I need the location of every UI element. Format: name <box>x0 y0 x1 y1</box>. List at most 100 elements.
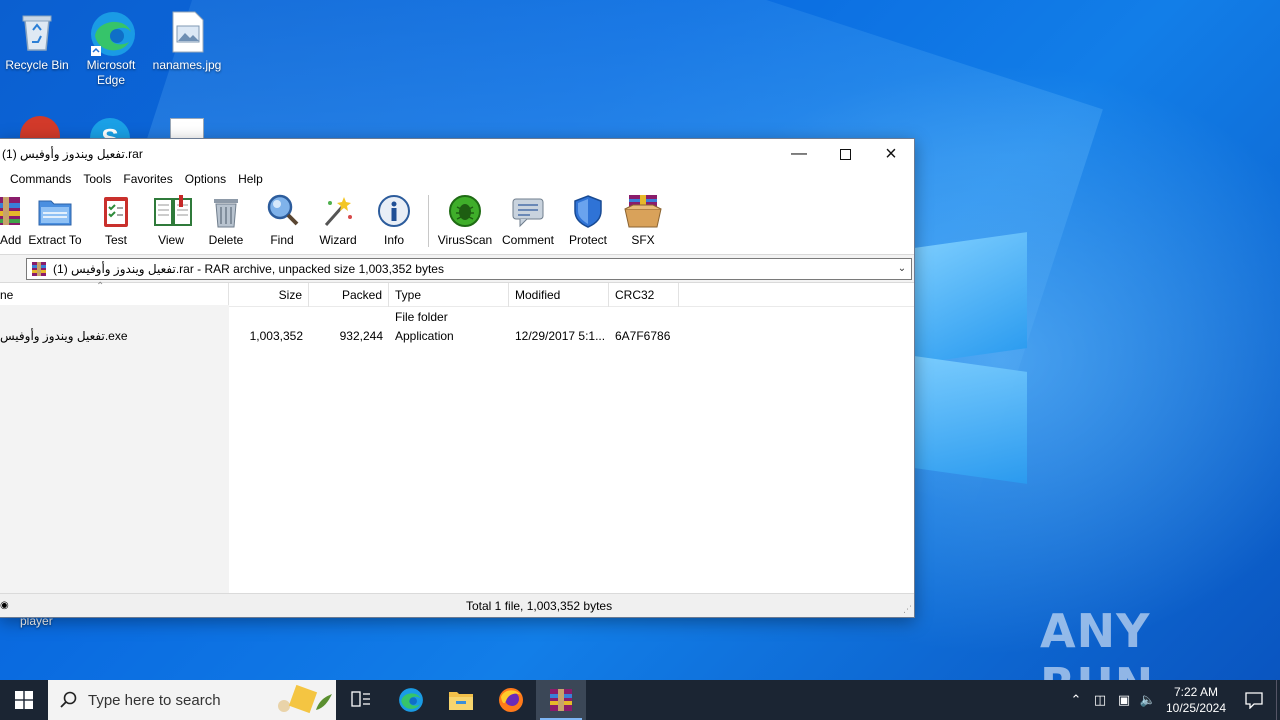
test-clipboard-icon <box>98 193 134 229</box>
desktop-icon-partial-file[interactable] <box>170 118 204 138</box>
cell-name <box>0 307 229 327</box>
search-icon <box>60 691 77 708</box>
toolbar-extract-label: Extract To <box>28 233 82 247</box>
toolbar-comment-label: Comment <box>501 233 554 247</box>
menu-favorites[interactable]: Favorites <box>117 172 178 186</box>
tray-overflow-chevron-icon[interactable]: ⌃ <box>1064 692 1088 708</box>
toolbar: Add Extract To Test View Delete Find Wiz… <box>0 189 914 255</box>
rar-archive-icon <box>32 261 46 276</box>
taskbar-search-box[interactable]: Type here to search <box>48 680 336 720</box>
anyrun-watermark: ANY RUN <box>1040 604 1153 680</box>
menu-tools[interactable]: Tools <box>77 172 117 186</box>
toolbar-wizard-button[interactable]: Wizard <box>310 193 366 247</box>
status-text: Total 1 file, 1,003,352 bytes <box>466 598 613 613</box>
column-header-crc32[interactable]: CRC32 <box>609 283 679 307</box>
taskbar-winrar-button[interactable] <box>536 680 586 720</box>
minimize-icon: — <box>791 145 807 162</box>
recycle-bin-icon <box>15 10 59 54</box>
image-file-icon <box>165 10 209 54</box>
cell-name: تفعيل ويندوز وأوفيس.exe <box>0 329 128 343</box>
toolbar-wizard-label: Wizard <box>319 233 357 247</box>
resize-grip-icon[interactable]: ⋰ <box>903 604 912 615</box>
toolbar-extract-to-button[interactable]: Extract To <box>22 193 88 247</box>
folder-icon <box>449 692 473 710</box>
address-bar: تفعيل ويندوز وأوفيس (1).rar - RAR archiv… <box>0 255 914 283</box>
cell-modified: 12/29/2017 5:1... <box>515 329 606 343</box>
close-button[interactable]: × <box>868 139 914 169</box>
archive-path-dropdown[interactable]: تفعيل ويندوز وأوفيس (1).rar - RAR archiv… <box>26 257 912 280</box>
bug-scan-icon <box>447 193 483 229</box>
toolbar-delete-label: Delete <box>208 233 244 247</box>
column-header-name[interactable]: ne ⌃ <box>0 281 229 307</box>
column-header-modified[interactable]: Modified <box>509 283 609 307</box>
winrar-window: تفعيل ويندوز وأوفيس (1).rar — × Commands… <box>0 138 915 618</box>
toolbar-delete-button[interactable]: Delete <box>198 193 254 247</box>
winrar-icon <box>550 689 572 711</box>
desktop-icon-recycle-bin[interactable]: Recycle Bin <box>0 4 74 73</box>
comment-icon <box>510 193 546 229</box>
table-row[interactable]: تفعيل ويندوز وأوفيس.exe 1,003,352 932,24… <box>0 326 914 346</box>
start-button[interactable] <box>0 680 48 720</box>
cell-crc32: 6A7F6786 <box>615 329 671 343</box>
minimize-button[interactable]: — <box>776 139 822 169</box>
window-title: تفعيل ويندوز وأوفيس (1).rar <box>2 147 143 161</box>
toolbar-info-button[interactable]: Info <box>366 193 422 247</box>
toolbar-view-label: View <box>158 233 184 247</box>
toolbar-virusscan-button[interactable]: VirusScan <box>435 193 495 247</box>
chevron-down-icon[interactable]: ⌄ <box>893 263 911 274</box>
system-tray: ⌃ ◫ ▣ 🔈 7:22 AM 10/25/2024 <box>1064 680 1280 720</box>
taskbar-firefox-button[interactable] <box>486 680 536 720</box>
file-list[interactable]: ne ⌃ Size Packed Type Modified CRC32 Fil… <box>0 281 914 593</box>
taskbar-file-explorer-button[interactable] <box>436 680 486 720</box>
firefox-icon <box>499 688 523 712</box>
title-bar[interactable]: تفعيل ويندوز وأوفيس (1).rar — × <box>0 139 914 169</box>
toolbar-sfx-button[interactable]: SFX <box>615 193 671 247</box>
desktop-icon-nanames[interactable]: nanames.jpg <box>150 4 224 73</box>
file-list-header: ne ⌃ Size Packed Type Modified CRC32 <box>0 281 914 307</box>
status-bar: ◉ Total 1 file, 1,003,352 bytes ⋰ <box>0 593 914 617</box>
desktop-icon-partial-red[interactable] <box>20 116 60 138</box>
tray-app-icon[interactable]: ◫ <box>1088 692 1112 708</box>
menu-options[interactable]: Options <box>179 172 232 186</box>
toolbar-info-label: Info <box>383 233 404 247</box>
name-column-shade <box>0 305 229 593</box>
volume-icon[interactable]: 🔈 <box>1136 692 1160 708</box>
table-row[interactable]: File folder <box>0 307 914 327</box>
menu-commands[interactable]: Commands <box>4 172 77 186</box>
taskbar: Type here to search ⌃ ◫ ▣ 🔈 7:22 AM 10/2… <box>0 680 1280 720</box>
taskbar-clock[interactable]: 7:22 AM 10/25/2024 <box>1160 684 1232 716</box>
clock-time: 7:22 AM <box>1173 685 1219 699</box>
column-header-packed[interactable]: Packed <box>309 283 389 307</box>
desktop-icon-partial-skype[interactable]: S <box>90 118 130 138</box>
notification-center-button[interactable] <box>1232 680 1276 720</box>
taskbar-edge-button[interactable] <box>386 680 436 720</box>
edge-icon <box>399 688 423 712</box>
toolbar-add-button[interactable]: Add <box>0 193 22 247</box>
menu-bar: Commands Tools Favorites Options Help <box>0 169 914 189</box>
shield-icon <box>570 193 606 229</box>
maximize-button[interactable] <box>822 139 868 169</box>
menu-help[interactable]: Help <box>232 172 269 186</box>
toolbar-find-button[interactable]: Find <box>254 193 310 247</box>
network-icon[interactable]: ▣ <box>1112 692 1136 708</box>
trash-icon <box>208 193 244 229</box>
desktop-icon-label: Recycle Bin <box>5 58 69 72</box>
toolbar-comment-button[interactable]: Comment <box>495 193 561 247</box>
status-disk-icon[interactable]: ◉ <box>0 600 14 611</box>
toolbar-sfx-label: SFX <box>631 233 655 247</box>
cell-type: File folder <box>395 310 448 324</box>
desktop-icon-edge[interactable]: Microsoft Edge <box>74 4 148 88</box>
show-desktop-button[interactable] <box>1276 680 1280 720</box>
column-header-size[interactable]: Size <box>229 283 309 307</box>
cell-type: Application <box>395 329 454 343</box>
cell-packed <box>309 307 389 327</box>
toolbar-test-button[interactable]: Test <box>88 193 144 247</box>
column-header-name-label: ne <box>0 288 14 302</box>
close-icon: × <box>885 142 897 165</box>
toolbar-view-button[interactable]: View <box>144 193 198 247</box>
toolbar-protect-label: Protect <box>568 233 607 247</box>
toolbar-protect-button[interactable]: Protect <box>561 193 615 247</box>
task-view-button[interactable] <box>336 680 386 720</box>
archive-path-text: تفعيل ويندوز وأوفيس (1).rar - RAR archiv… <box>53 261 444 276</box>
column-header-type[interactable]: Type <box>389 283 509 307</box>
